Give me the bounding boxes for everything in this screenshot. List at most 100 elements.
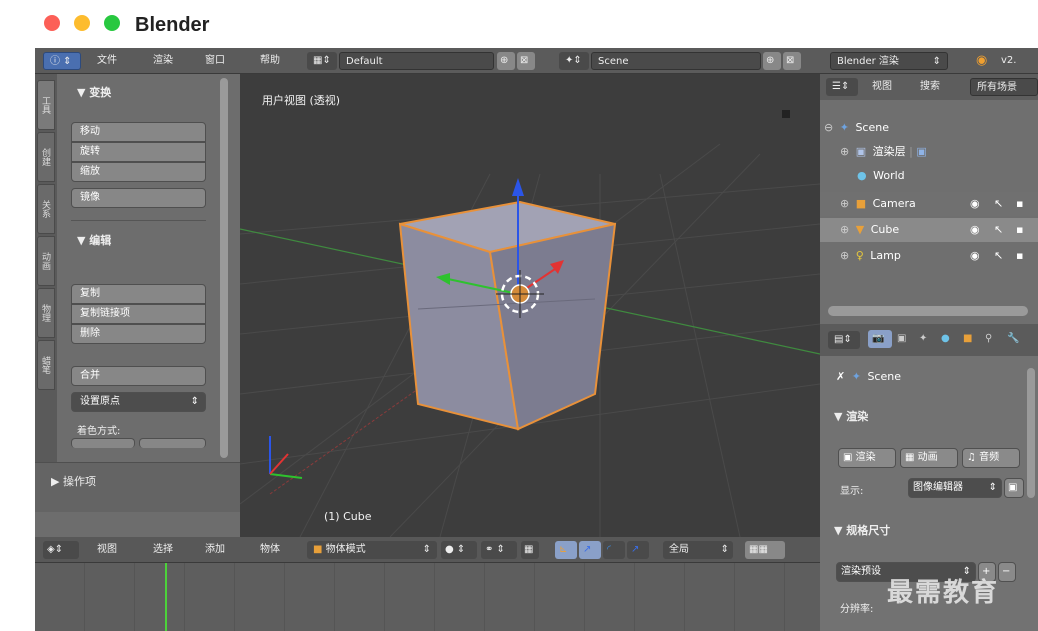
timeline-frames[interactable] <box>35 563 820 631</box>
menu-object[interactable]: 物体 <box>260 541 280 559</box>
transform-manipulator-icon[interactable]: ⊾ <box>555 541 577 559</box>
menu-view[interactable]: 视图 <box>97 541 117 559</box>
rotate-manipulator-icon[interactable]: ◜ <box>603 541 625 559</box>
join-button[interactable]: 合并 <box>71 366 206 386</box>
constraints-tab-icon[interactable]: ⚲ <box>982 330 1002 348</box>
pivot-point-dropdown[interactable]: ⚭ ⇕ <box>481 541 517 559</box>
mirror-button[interactable]: 镜像 <box>71 188 206 208</box>
expand-icon[interactable]: ⊕ <box>840 244 849 268</box>
visibility-eye-icon[interactable]: ◉ <box>970 218 980 242</box>
viewport-shading-dropdown[interactable]: ● ⇕ <box>441 541 477 559</box>
tab-grease-pencil[interactable]: 蜡笔 <box>37 340 55 390</box>
display-window-icon[interactable]: ▣ <box>1004 478 1024 498</box>
expand-icon[interactable]: ⊕ <box>840 140 849 164</box>
animation-button[interactable]: ▦ 动画 <box>900 448 958 468</box>
scale-manipulator-icon[interactable]: ↗ <box>627 541 649 559</box>
delete-layout-icon[interactable]: ⊠ <box>517 52 535 70</box>
view3d-editor-icon[interactable]: ◈⇕ <box>43 541 79 559</box>
shading-flat-button[interactable] <box>139 438 206 448</box>
pin-icon[interactable]: ✗ <box>836 370 845 383</box>
render-camera-icon[interactable]: ▪ <box>1016 218 1023 242</box>
properties-scrollbar[interactable] <box>1027 368 1035 498</box>
mode-dropdown[interactable]: ■ 物体模式 ⇕ <box>307 541 437 559</box>
menu-select[interactable]: 选择 <box>153 541 173 559</box>
select-arrow-icon[interactable]: ↖ <box>994 192 1003 216</box>
layer-grid-icon[interactable]: ▦▦ <box>745 541 785 559</box>
duplicate-button[interactable]: 复制 <box>71 284 206 304</box>
outliner-editor-icon[interactable]: ☰⇕ <box>826 78 858 96</box>
scene-selector[interactable]: Scene <box>591 52 761 70</box>
visibility-eye-icon[interactable]: ◉ <box>970 244 980 268</box>
duplicate-linked-button[interactable]: 复制链接项 <box>71 304 206 324</box>
render-panel-header[interactable]: ▼ 渲染 <box>834 408 868 424</box>
render-button[interactable]: ▣ 渲染 <box>838 448 896 468</box>
outliner-item-render-layer[interactable]: ⊕ ▣ 渲染层 | ▣ <box>820 140 1038 164</box>
outliner-filter-dropdown[interactable]: 所有场景 <box>970 78 1038 96</box>
scene-icon[interactable]: ✦⇕ <box>559 52 589 70</box>
transform-orientation-dropdown[interactable]: 全局 ⇕ <box>663 541 733 559</box>
outliner-item-lamp[interactable]: ⊕ ♀ Lamp ◉ ↖ ▪ <box>820 244 1038 268</box>
render-layers-tab-icon[interactable]: ▣ <box>894 330 914 348</box>
layout-selector[interactable]: Default <box>339 52 494 70</box>
dimensions-panel-header[interactable]: ▼ 规格尺寸 <box>834 522 890 538</box>
delete-scene-icon[interactable]: ⊠ <box>783 52 801 70</box>
manipulator-toggle-icon[interactable]: ▦ <box>521 541 539 559</box>
menu-add[interactable]: 添加 <box>205 541 225 559</box>
edit-header[interactable]: ▼ 编辑 <box>77 232 111 248</box>
add-layout-icon[interactable]: ⊕ <box>497 52 515 70</box>
maximize-window-button[interactable] <box>104 15 120 31</box>
menu-help[interactable]: 帮助 <box>260 52 280 70</box>
remove-preset-icon[interactable]: − <box>998 562 1016 582</box>
tab-physics[interactable]: 物理 <box>37 288 55 338</box>
audio-button[interactable]: ♫ 音频 <box>962 448 1020 468</box>
menu-window[interactable]: 窗口 <box>205 52 225 70</box>
minimize-window-button[interactable] <box>74 15 90 31</box>
operator-header[interactable]: ▶ 操作项 <box>51 473 96 489</box>
outliner-item-camera[interactable]: ⊕ ■ Camera ◉ ↖ ▪ <box>820 192 1038 216</box>
3d-viewport[interactable]: 用户视图 (透视) (1) Cube <box>240 74 820 537</box>
visibility-eye-icon[interactable]: ◉ <box>970 192 980 216</box>
tab-relations[interactable]: 关系 <box>37 184 55 234</box>
world-tab-icon[interactable]: ● <box>938 330 958 348</box>
rotate-button[interactable]: 旋转 <box>71 142 206 162</box>
outliner-menu-search[interactable]: 搜索 <box>920 78 940 96</box>
delete-button[interactable]: 删除 <box>71 324 206 344</box>
render-tab-icon[interactable]: 📷 <box>868 330 892 348</box>
close-window-button[interactable] <box>44 15 60 31</box>
translate-manipulator-icon[interactable]: ↗ <box>579 541 601 559</box>
menu-render[interactable]: 渲染 <box>153 52 173 70</box>
layout-screen-icon[interactable]: ▦⇕ <box>307 52 337 70</box>
viewport-corner-widget[interactable] <box>782 110 790 118</box>
tab-tools[interactable]: 工具 <box>37 80 55 130</box>
shading-smooth-button[interactable] <box>71 438 135 448</box>
expand-icon[interactable]: ⊕ <box>840 218 849 242</box>
scene-tab-icon[interactable]: ✦ <box>916 330 936 348</box>
add-scene-icon[interactable]: ⊕ <box>763 52 781 70</box>
outliner-item-scene[interactable]: ⊖ ✦ Scene <box>820 116 1038 140</box>
select-arrow-icon[interactable]: ↖ <box>994 218 1003 242</box>
scale-button[interactable]: 缩放 <box>71 162 206 182</box>
cube[interactable] <box>398 200 617 431</box>
modifiers-tab-icon[interactable]: 🔧 <box>1004 330 1024 348</box>
properties-editor-icon[interactable]: ▤⇕ <box>828 331 860 349</box>
tab-animation[interactable]: 动画 <box>37 236 55 286</box>
outliner-horizontal-scrollbar[interactable] <box>828 306 1028 316</box>
translate-button[interactable]: 移动 <box>71 122 206 142</box>
render-camera-icon[interactable]: ▪ <box>1016 192 1023 216</box>
expand-icon[interactable]: ⊕ <box>840 192 849 216</box>
render-camera-icon[interactable]: ▪ <box>1016 244 1023 268</box>
object-tab-icon[interactable]: ■ <box>960 330 980 348</box>
set-origin-dropdown[interactable]: 设置原点 ⇕ <box>71 392 206 412</box>
editor-type-info-icon[interactable]: ⓘ ⇕ <box>43 52 81 70</box>
menu-file[interactable]: 文件 <box>97 52 117 70</box>
render-engine-selector[interactable]: Blender 渲染 ⇕ <box>830 52 948 70</box>
display-dropdown[interactable]: 图像编辑器 ⇕ <box>908 478 1002 498</box>
outliner-item-world[interactable]: ● World <box>820 164 1038 188</box>
tool-shelf-scrollbar[interactable] <box>220 78 228 458</box>
tab-create[interactable]: 创建 <box>37 132 55 182</box>
outliner-menu-view[interactable]: 视图 <box>872 78 892 96</box>
outliner-item-cube[interactable]: ⊕ ▼ Cube ◉ ↖ ▪ <box>820 218 1038 242</box>
select-arrow-icon[interactable]: ↖ <box>994 244 1003 268</box>
transform-header[interactable]: ▼ 变换 <box>77 84 111 100</box>
expand-icon[interactable]: ⊖ <box>824 116 833 140</box>
